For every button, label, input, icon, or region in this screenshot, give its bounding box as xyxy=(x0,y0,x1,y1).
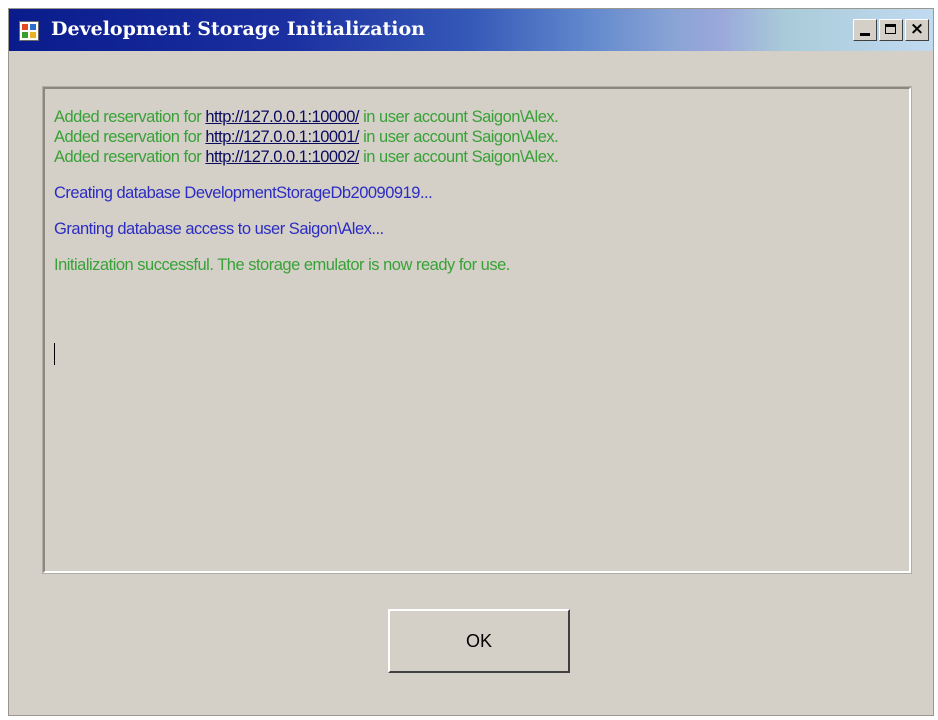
title-bar[interactable]: Development Storage Initialization × xyxy=(9,9,933,51)
text-caret xyxy=(54,343,55,365)
dialog-window: Development Storage Initialization × Add… xyxy=(8,8,934,716)
log-line-reservation-1: Added reservation for http://127.0.0.1:1… xyxy=(54,107,559,127)
log-line-success: Initialization successful. The storage e… xyxy=(54,256,510,274)
minimize-icon xyxy=(860,33,870,36)
log-line-creating-database: Creating database DevelopmentStorageDb20… xyxy=(54,184,433,202)
reservation-prefix: Added reservation for xyxy=(54,128,202,146)
close-button[interactable]: × xyxy=(905,19,929,41)
reservation-url-link[interactable]: http://127.0.0.1:10001/ xyxy=(205,128,359,146)
reservation-url-link[interactable]: http://127.0.0.1:10000/ xyxy=(205,108,359,126)
ok-button[interactable]: OK xyxy=(388,609,570,673)
log-line-reservation-3: Added reservation for http://127.0.0.1:1… xyxy=(54,147,559,167)
maximize-icon xyxy=(885,24,896,34)
log-line-granting-access: Granting database access to user Saigon\… xyxy=(54,220,384,238)
caption-buttons: × xyxy=(853,19,929,41)
reservation-suffix: in user account Saigon\Alex. xyxy=(363,108,559,126)
maximize-button[interactable] xyxy=(879,19,903,41)
log-text: Added reservation for http://127.0.0.1:1… xyxy=(54,107,559,275)
close-icon: × xyxy=(909,19,925,39)
reservation-suffix: in user account Saigon\Alex. xyxy=(363,148,559,166)
reservation-suffix: in user account Saigon\Alex. xyxy=(363,128,559,146)
reservation-url-link[interactable]: http://127.0.0.1:10002/ xyxy=(205,148,359,166)
reservation-prefix: Added reservation for xyxy=(54,148,202,166)
reservation-prefix: Added reservation for xyxy=(54,108,202,126)
log-line-reservation-2: Added reservation for http://127.0.0.1:1… xyxy=(54,127,559,147)
minimize-button[interactable] xyxy=(853,19,877,41)
log-output-box[interactable]: Added reservation for http://127.0.0.1:1… xyxy=(42,86,912,574)
window-title: Development Storage Initialization xyxy=(51,18,425,40)
app-window-icon[interactable] xyxy=(19,21,39,41)
